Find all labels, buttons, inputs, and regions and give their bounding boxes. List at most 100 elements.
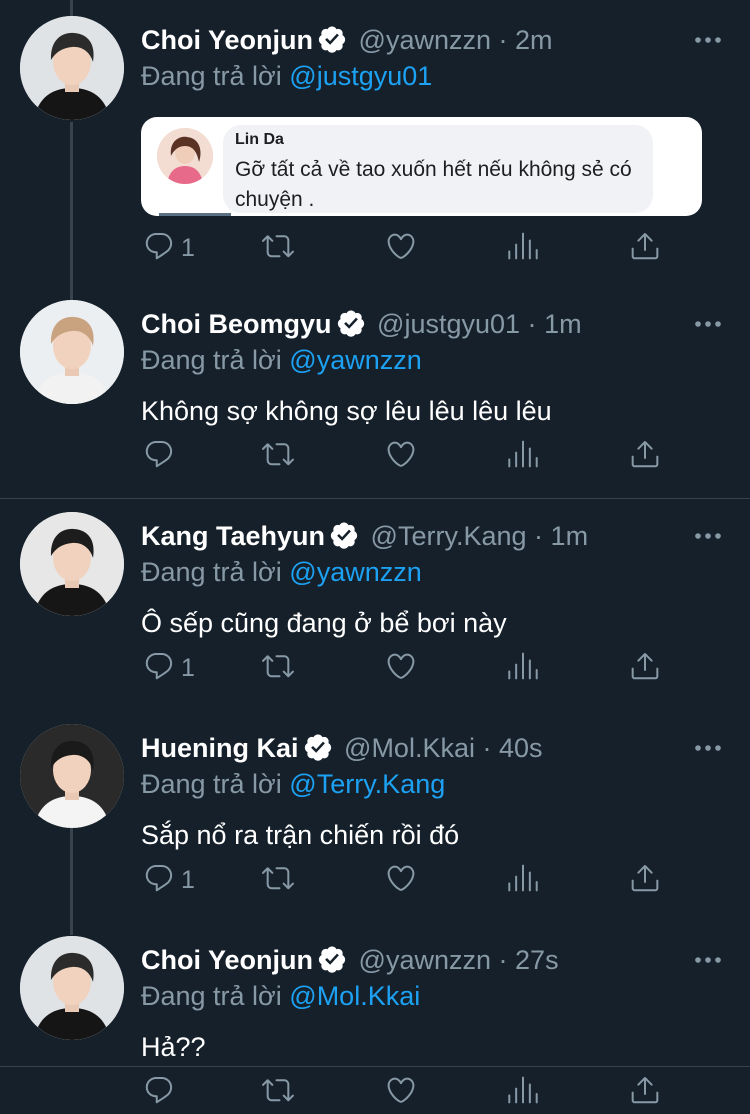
retweet-button[interactable]: [262, 650, 294, 690]
like-button[interactable]: [385, 650, 417, 690]
timestamp[interactable]: 40s: [499, 733, 543, 763]
like-button[interactable]: [385, 438, 417, 478]
avatar[interactable]: [20, 512, 124, 616]
retweet-button[interactable]: [262, 438, 294, 478]
analytics-button[interactable]: [507, 230, 539, 270]
tweet-divider: [0, 1066, 750, 1067]
tweet[interactable]: Choi Yeonjun @yawnzzn · 27s Đang trả lời…: [0, 920, 750, 1104]
verified-badge-icon: [329, 520, 359, 550]
display-name[interactable]: Choi Beomgyu: [141, 309, 332, 339]
replying-to-label: Đang trả lời: [141, 61, 282, 91]
share-icon: [631, 1077, 659, 1104]
more-icon[interactable]: [694, 314, 722, 334]
separator-dot: ·: [534, 521, 544, 551]
heart-icon: [387, 865, 415, 891]
retweet-button[interactable]: [262, 230, 294, 270]
retweet-icon: [262, 655, 294, 678]
reply-button[interactable]: 1: [143, 230, 195, 270]
tweet-text: Không sợ không sợ lêu lêu lêu lêu: [141, 396, 552, 426]
user-handle[interactable]: @Mol.Kkai: [344, 733, 475, 763]
share-icon: [631, 233, 659, 260]
quoted-avatar: [157, 128, 213, 184]
more-icon[interactable]: [694, 526, 722, 546]
analytics-icon: [508, 652, 538, 680]
like-button[interactable]: [385, 1074, 417, 1114]
separator-dot: ·: [498, 25, 508, 55]
separator-dot: ·: [527, 309, 537, 339]
more-icon[interactable]: [694, 30, 722, 50]
reply-icon: [145, 1076, 173, 1104]
retweet-button[interactable]: [262, 1074, 294, 1114]
user-handle[interactable]: @yawnzzn: [359, 945, 491, 975]
share-button[interactable]: [629, 650, 661, 690]
tweet-text: Sắp nổ ra trận chiến rồi đó: [141, 820, 460, 850]
tweet-actions: 1: [141, 230, 681, 270]
share-icon: [631, 865, 659, 892]
display-name[interactable]: Kang Taehyun: [141, 521, 325, 551]
tweet[interactable]: Choi Yeonjun @yawnzzn · 2m Đang trả lời …: [0, 0, 750, 284]
analytics-button[interactable]: [507, 438, 539, 478]
display-name[interactable]: Choi Yeonjun: [141, 25, 313, 55]
heart-icon: [387, 441, 415, 467]
reply-button[interactable]: [143, 438, 175, 478]
analytics-icon: [508, 1076, 538, 1104]
tweet[interactable]: Choi Beomgyu @justgyu01 · 1m Đang trả lờ…: [0, 284, 750, 496]
replying-to-label: Đang trả lời: [141, 557, 282, 587]
tweet-header: Choi Yeonjun @yawnzzn · 27s: [141, 940, 660, 980]
share-button[interactable]: [629, 862, 661, 902]
avatar[interactable]: [20, 300, 124, 404]
display-name[interactable]: Huening Kai: [141, 733, 299, 763]
analytics-button[interactable]: [507, 650, 539, 690]
tweet-header: Choi Beomgyu @justgyu01 · 1m: [141, 304, 660, 344]
like-button[interactable]: [385, 862, 417, 902]
reply-icon: [145, 864, 173, 892]
separator-dot: ·: [498, 945, 508, 975]
reply-icon: [145, 440, 173, 468]
timestamp[interactable]: 2m: [515, 25, 553, 55]
timestamp[interactable]: 1m: [551, 521, 589, 551]
reply-icon: [145, 652, 173, 680]
user-handle[interactable]: @justgyu01: [377, 309, 520, 339]
share-button[interactable]: [629, 1074, 661, 1114]
user-handle[interactable]: @yawnzzn: [359, 25, 491, 55]
heart-icon: [387, 233, 415, 259]
mention-link[interactable]: @yawnzzn: [289, 345, 421, 375]
reply-button[interactable]: [143, 1074, 175, 1114]
replying-to: Đang trả lời @justgyu01: [141, 57, 432, 95]
mention-link[interactable]: @yawnzzn: [289, 557, 421, 587]
mention-link[interactable]: @Mol.Kkai: [289, 981, 420, 1011]
avatar[interactable]: [20, 936, 124, 1040]
tweet[interactable]: Huening Kai @Mol.Kkai · 40s Đang trả lời…: [0, 708, 750, 920]
quoted-name: Lin Da: [235, 131, 284, 148]
timestamp[interactable]: 27s: [515, 945, 559, 975]
tweet-actions: 1: [141, 650, 681, 690]
user-handle[interactable]: @Terry.Kang: [371, 521, 527, 551]
tweet-text: Hả??: [141, 1032, 206, 1062]
quoted-image[interactable]: Lin Da Gỡ tất cả về tao xuốn hết nếu khôn…: [141, 117, 702, 216]
share-button[interactable]: [629, 438, 661, 478]
replying-to: Đang trả lời @yawnzzn: [141, 341, 422, 379]
reply-button[interactable]: 1: [143, 862, 195, 902]
tweet[interactable]: Kang Taehyun @Terry.Kang · 1m Đang trả l…: [0, 496, 750, 708]
retweet-icon: [262, 867, 294, 890]
avatar[interactable]: [20, 724, 124, 828]
reply-button[interactable]: 1: [143, 650, 195, 690]
retweet-button[interactable]: [262, 862, 294, 902]
analytics-button[interactable]: [507, 1074, 539, 1114]
timestamp[interactable]: 1m: [544, 309, 582, 339]
share-button[interactable]: [629, 230, 661, 270]
analytics-icon: [508, 864, 538, 892]
analytics-button[interactable]: [507, 862, 539, 902]
quoted-text: Gỡ tất cả về tao xuốn hết nếu không sẻ c…: [235, 158, 632, 211]
display-name[interactable]: Choi Yeonjun: [141, 945, 313, 975]
avatar[interactable]: [20, 16, 124, 120]
retweet-icon: [262, 443, 294, 466]
mention-link[interactable]: @justgyu01: [289, 61, 432, 91]
quoted-divider: [159, 213, 231, 216]
replying-to: Đang trả lời @Mol.Kkai: [141, 977, 420, 1015]
tweet-header: Choi Yeonjun @yawnzzn · 2m: [141, 20, 660, 60]
more-icon[interactable]: [694, 738, 722, 758]
more-icon[interactable]: [694, 950, 722, 970]
like-button[interactable]: [385, 230, 417, 270]
mention-link[interactable]: @Terry.Kang: [289, 769, 445, 799]
